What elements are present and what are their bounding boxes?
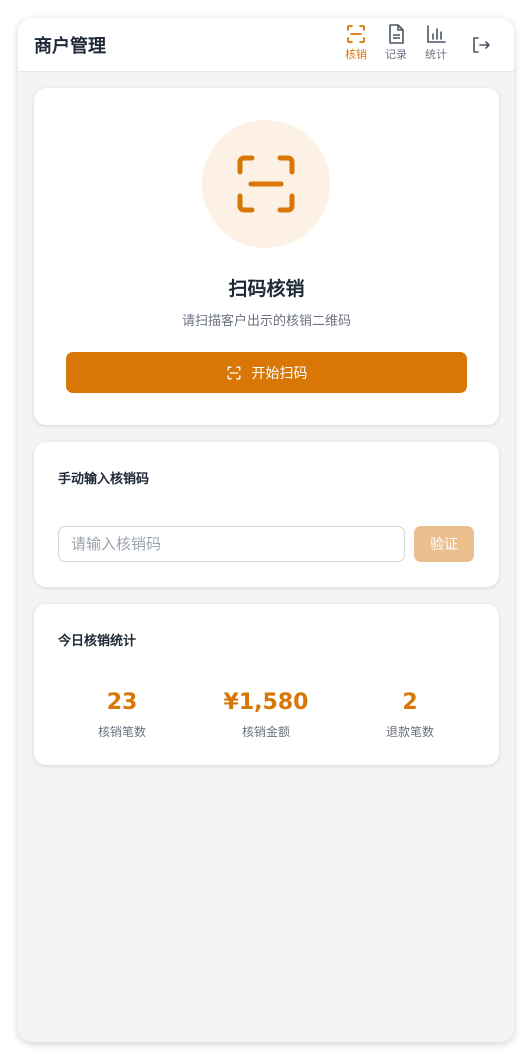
scan-icon bbox=[237, 155, 295, 213]
stat-refund-count: 2 退款笔数 bbox=[340, 690, 480, 740]
scan-icon bbox=[347, 25, 365, 43]
today-stats-title: 今日核销统计 bbox=[58, 634, 137, 649]
start-scan-label: 开始扫码 bbox=[251, 365, 308, 382]
stat-value: 2 bbox=[402, 690, 418, 715]
start-scan-button[interactable]: 开始扫码 bbox=[66, 352, 467, 393]
stat-value: 23 bbox=[106, 690, 138, 715]
bar-chart-icon bbox=[427, 25, 446, 43]
verify-button[interactable]: 验证 bbox=[414, 526, 474, 562]
scan-title: 扫码核销 bbox=[228, 278, 305, 300]
stat-value: ¥1,580 bbox=[223, 690, 309, 715]
stat-label: 退款笔数 bbox=[385, 725, 434, 739]
page-title: 商户管理 bbox=[34, 36, 106, 57]
manual-input-card: 手动输入核销码 验证 bbox=[34, 442, 499, 587]
stat-label: 核销笔数 bbox=[97, 725, 146, 739]
nav-tab-verify-label: 核销 bbox=[345, 48, 367, 61]
stat-verify-amount: ¥1,580 核销金额 bbox=[196, 690, 336, 740]
nav-tab-records[interactable]: 记录 bbox=[378, 23, 414, 67]
today-stats-card: 今日核销统计 23 核销笔数 ¥1,580 核销金额 2 退款笔数 bbox=[34, 604, 499, 765]
manual-input-title: 手动输入核销码 bbox=[58, 472, 150, 487]
stat-label: 核销金额 bbox=[241, 725, 290, 739]
document-icon bbox=[389, 24, 404, 44]
stat-verify-count: 23 核销笔数 bbox=[52, 690, 192, 740]
scan-subtitle: 请扫描客户出示的核销二维码 bbox=[181, 314, 351, 329]
nav-tab-records-label: 记录 bbox=[385, 48, 407, 61]
scan-icon-badge bbox=[202, 120, 330, 248]
top-bar: 商户管理 核销 记录 统计 bbox=[18, 18, 514, 72]
scan-card: 扫码核销 请扫描客户出示的核销二维码 开始扫码 bbox=[34, 88, 499, 425]
nav-tab-stats-label: 统计 bbox=[425, 48, 447, 61]
scan-icon bbox=[227, 366, 240, 379]
phone-frame: 商户管理 核销 记录 统计 扫码核销 请扫描客户出示的核销二维码 开始扫码 手动… bbox=[18, 18, 514, 1042]
logout-icon[interactable] bbox=[470, 34, 492, 56]
nav-tab-stats[interactable]: 统计 bbox=[418, 23, 454, 67]
nav-tab-verify[interactable]: 核销 bbox=[338, 23, 374, 67]
verification-code-input[interactable] bbox=[58, 526, 405, 562]
